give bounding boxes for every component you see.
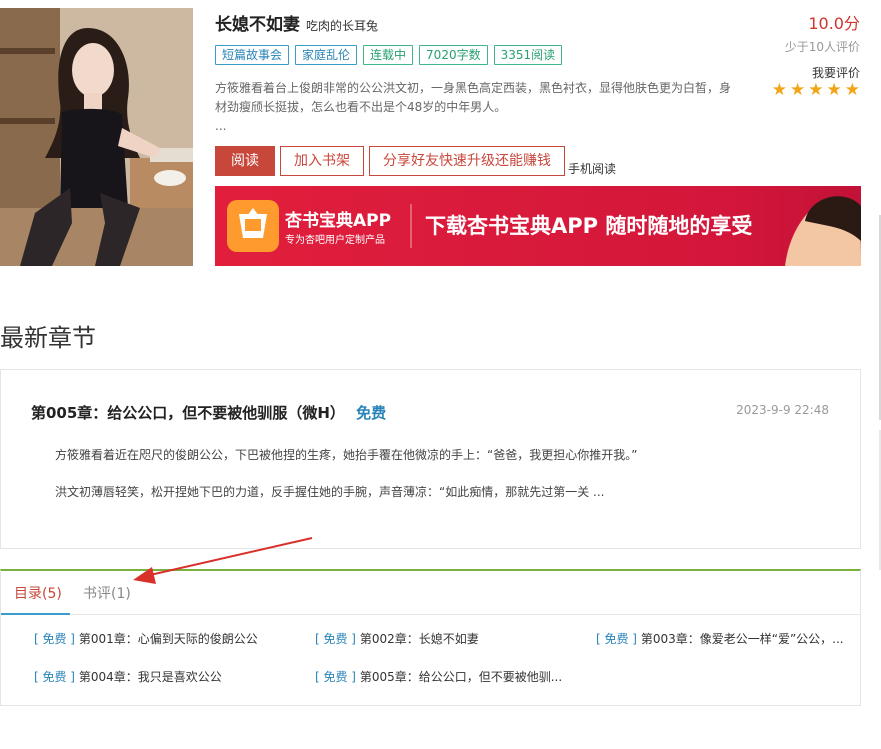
mobile-read-link[interactable]: 手机阅读 xyxy=(568,162,616,176)
author-name[interactable]: 吃肉的长耳兔 xyxy=(306,17,378,34)
toc-item[interactable]: [ 免费 ] 第004章：我只是喜欢公公 xyxy=(34,668,284,685)
toc-item[interactable]: [ 免费 ] 第003章：像爱老公一样“爱”公公，... xyxy=(596,630,846,647)
title-row: 长媳不如妻 吃肉的长耳兔 xyxy=(215,10,378,35)
free-tag: [ 免费 ] xyxy=(34,632,75,646)
star-icon[interactable]: ★ xyxy=(827,82,842,99)
toc-item-title: 第004章：我只是喜欢公公 xyxy=(78,670,222,684)
toc-item[interactable]: [ 免费 ] 第001章：心偏到天际的俊朗公公 xyxy=(34,630,284,647)
tag-category[interactable]: 短篇故事会 xyxy=(215,45,290,65)
rate-link[interactable]: 我要评价 xyxy=(812,64,860,81)
banner-slogan: 下载杏书宝典APP 随时随地的享受 xyxy=(425,214,753,238)
banner-app-name: 杏书宝典APP xyxy=(285,211,392,231)
book-title[interactable]: 长媳不如妻 xyxy=(215,10,300,35)
chapter-excerpt: 洪文初薄唇轻笑，松开捏她下巴的力道，反手握住她的手腕，声音薄凉：“如此痴情，那就… xyxy=(55,485,605,499)
description-text: 方筱雅看着台上俊朗非常的公公洪文初，一身黑色高定西装，黑色衬衣，显得他肤色更为白… xyxy=(215,81,732,114)
latest-chapter-card: 第005章：给公公口，但不要被他驯服（微H） 免费 2023-9-9 22:48… xyxy=(0,369,861,549)
rater-count: 少于10人评价 xyxy=(784,40,860,54)
tag-genre[interactable]: 家庭乱伦 xyxy=(295,45,358,65)
chapter-excerpt: 方筱雅看着近在咫尺的俊朗公公，下巴被他捏的生疼，她抬手覆在他微凉的手上：“爸爸，… xyxy=(55,448,638,462)
free-tag: [ 免费 ] xyxy=(34,670,75,684)
free-tag: [ 免费 ] xyxy=(596,632,637,646)
banner-app-sub: 专为杏吧用户定制产品 xyxy=(285,235,385,246)
star-icon[interactable]: ★ xyxy=(790,82,805,99)
latest-chapter-title[interactable]: 第005章：给公公口，但不要被他驯服（微H） xyxy=(31,404,345,422)
chapter-date: 2023-9-9 22:48 xyxy=(736,403,829,417)
rating-score: 10.0分 xyxy=(808,14,860,33)
tab-reviews[interactable]: 书评(1) xyxy=(83,583,131,603)
star-rating[interactable]: ★ ★ ★ ★ ★ xyxy=(772,82,860,99)
action-bar: 阅读 加入书架 分享好友快速升级还能赚钱 手机阅读 xyxy=(215,146,616,176)
tag-list: 短篇故事会 家庭乱伦 连载中 7020字数 3351阅读 xyxy=(215,45,563,65)
book-description: 方筱雅看着台上俊朗非常的公公洪文初，一身黑色高定西装，黑色衬衣，显得他肤色更为白… xyxy=(215,79,735,136)
active-tab-indicator xyxy=(1,613,70,615)
woman-portrait-icon xyxy=(0,8,193,266)
section-title-latest: 最新章节 xyxy=(0,324,96,352)
toc-item-title: 第001章：心偏到天际的俊朗公公 xyxy=(78,632,258,646)
star-icon[interactable]: ★ xyxy=(808,82,823,99)
star-icon[interactable]: ★ xyxy=(772,82,787,99)
read-button[interactable]: 阅读 xyxy=(215,146,275,176)
description-more: ... xyxy=(215,119,227,133)
toc-item[interactable]: [ 免费 ] 第005章：给公公口，但不要被他驯... xyxy=(315,668,565,685)
toc-item-title: 第005章：给公公口，但不要被他驯... xyxy=(359,670,563,684)
free-badge: 免费 xyxy=(356,404,387,422)
app-banner[interactable]: 杏书宝典APP 专为杏吧用户定制产品 下载杏书宝典APP 随时随地的享受 xyxy=(215,186,861,266)
book-cover[interactable] xyxy=(0,8,193,266)
latest-chapter-heading: 第005章：给公公口，但不要被他驯服（微H） 免费 xyxy=(31,402,386,423)
share-button[interactable]: 分享好友快速升级还能赚钱 xyxy=(369,146,565,176)
star-icon[interactable]: ★ xyxy=(845,82,860,99)
tab-catalog[interactable]: 目录(5) xyxy=(14,583,62,603)
tag-status: 连载中 xyxy=(363,45,414,65)
tag-read-count: 3351阅读 xyxy=(493,45,563,65)
toc-panel: 目录(5) 书评(1) [ 免费 ] 第001章：心偏到天际的俊朗公公 [ 免费… xyxy=(0,569,861,706)
add-shelf-button[interactable]: 加入书架 xyxy=(280,146,364,176)
toc-item-title: 第003章：像爱老公一样“爱”公公，... xyxy=(640,632,844,646)
tab-bar: 目录(5) 书评(1) xyxy=(1,571,860,615)
tag-word-count: 7020字数 xyxy=(419,45,488,65)
free-tag: [ 免费 ] xyxy=(315,632,356,646)
toc-item[interactable]: [ 免费 ] 第002章：长媳不如妻 xyxy=(315,630,565,647)
toc-item-title: 第002章：长媳不如妻 xyxy=(359,632,479,646)
free-tag: [ 免费 ] xyxy=(315,670,356,684)
